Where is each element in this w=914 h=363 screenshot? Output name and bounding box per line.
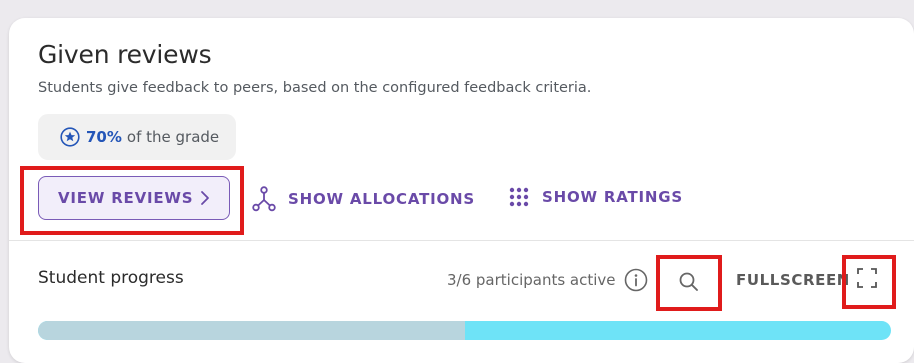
grade-weight-badge: 70% of the grade [38,114,236,160]
grade-suffix: of the grade [126,128,220,146]
info-icon[interactable] [624,268,648,292]
show-ratings-label: SHOW RATINGS [542,188,683,206]
view-reviews-label: VIEW REVIEWS [58,189,194,207]
card-title: Given reviews [38,40,212,69]
search-icon [679,272,698,291]
show-ratings-button[interactable]: SHOW RATINGS [508,186,683,208]
fullscreen-label[interactable]: FULLSCREEN [736,271,850,289]
grade-percent: 70% [86,128,122,146]
student-progress-heading: Student progress [38,268,184,288]
show-allocations-button[interactable]: SHOW ALLOCATIONS [252,186,475,212]
given-reviews-card: Given reviews Students give feedback to … [9,18,914,363]
star-circle-icon [60,127,80,147]
search-button[interactable] [662,262,716,302]
card-subtitle: Students give feedback to peers, based o… [38,80,592,96]
fullscreen-icon[interactable] [855,266,879,290]
dot-grid-icon [509,187,529,207]
section-divider [9,240,914,241]
allocation-graph-icon [252,186,276,212]
progress-bar-fill [38,321,465,340]
participants-active-count: 3/6 participants active [447,271,616,289]
student-progress-bar [38,321,891,340]
view-reviews-button[interactable]: VIEW REVIEWS [38,176,230,220]
show-allocations-label: SHOW ALLOCATIONS [288,190,475,208]
chevron-right-icon [201,191,209,205]
